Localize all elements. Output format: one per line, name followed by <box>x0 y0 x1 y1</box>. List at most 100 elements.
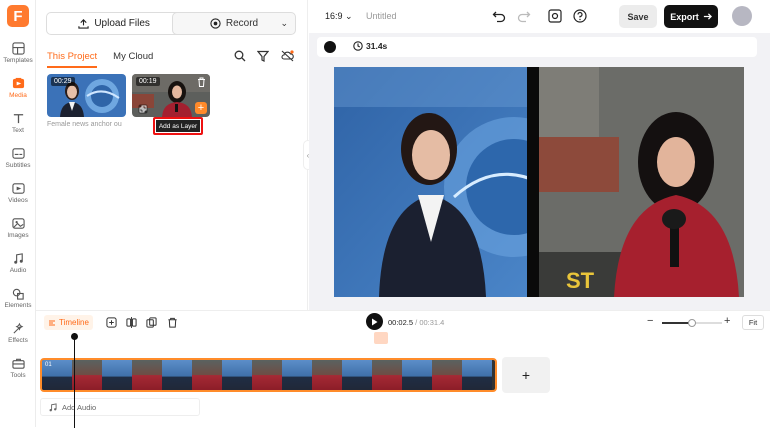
delete-icon[interactable] <box>167 317 178 328</box>
export-label: Export <box>670 11 699 22</box>
time-readout: 00:02.5 / 00:31.4 <box>388 318 444 327</box>
rail-item-effects[interactable]: Effects <box>0 322 36 354</box>
rail-item-media[interactable]: Media <box>0 77 36 109</box>
duration-control[interactable]: 31.4s <box>353 41 387 51</box>
rail-item-audio[interactable]: Audio <box>0 252 36 284</box>
zoom-out-button[interactable]: − <box>647 315 653 327</box>
project-title[interactable]: Untitled <box>366 11 397 21</box>
export-button[interactable]: Export <box>664 5 718 28</box>
duplicate-icon[interactable] <box>146 317 157 328</box>
subtitles-icon <box>11 148 25 159</box>
rail-item-videos[interactable]: Videos <box>0 182 36 214</box>
clip-duration: 00:29 <box>51 77 75 86</box>
track-frame <box>252 360 282 390</box>
help-icon[interactable] <box>573 9 587 23</box>
clip-duration: 00:19 <box>136 77 160 86</box>
rail-item-label: Text <box>12 127 24 134</box>
zoom-slider[interactable] <box>662 319 722 327</box>
fit-button[interactable]: Fit <box>742 315 764 330</box>
media-tabs: This Project My Cloud <box>47 51 153 68</box>
add-to-timeline-plus-icon[interactable]: + <box>195 102 207 114</box>
zoom-in-button[interactable]: + <box>724 315 730 327</box>
redo-icon[interactable] <box>517 9 531 23</box>
preview-frame-image: ST <box>334 67 744 297</box>
tab-this-project[interactable]: This Project <box>47 51 98 68</box>
media-clip-2[interactable]: 00:19 + <box>132 74 210 117</box>
track-frame <box>342 360 372 390</box>
rail-item-label: Audio <box>9 267 27 274</box>
rail-item-templates[interactable]: Templates <box>0 42 36 74</box>
app-logo: F <box>7 5 29 27</box>
text-icon <box>13 114 23 124</box>
rail-item-label: Tools <box>10 372 26 379</box>
aspect-ratio-value: 16:9 <box>325 11 343 21</box>
video-track[interactable]: 01 <box>40 358 497 392</box>
clock-icon <box>353 41 363 51</box>
rail-item-label: Elements <box>4 302 32 309</box>
video-preview[interactable]: ST <box>334 67 744 297</box>
add-audio-button[interactable]: Add Audio <box>40 398 200 416</box>
preview-canvas: 31.4s ST <box>309 33 770 310</box>
track-frame <box>372 360 402 390</box>
play-button[interactable] <box>366 313 383 330</box>
total-time: 00:31.4 <box>419 318 445 327</box>
screenshot-icon[interactable] <box>548 9 562 23</box>
record-icon <box>210 18 221 29</box>
track-frame <box>72 360 102 390</box>
add-audio-label: Add Audio <box>62 402 97 412</box>
clip-caption: Female news anchor ou <box>47 121 122 128</box>
media-panel: Upload Files ⌄ Record ⌄ This Project My … <box>36 0 308 310</box>
rail-item-label: Subtitles <box>5 162 31 169</box>
rail-item-images[interactable]: Images <box>0 217 36 249</box>
effects-icon <box>12 322 23 334</box>
videos-icon <box>11 183 25 194</box>
rail-item-text[interactable]: Text <box>0 112 36 144</box>
track-frame <box>192 360 222 390</box>
rail-item-tools[interactable]: Tools <box>0 357 36 389</box>
add-media-icon[interactable] <box>106 317 117 328</box>
track-frame <box>222 360 252 390</box>
rail-item-label: Templates <box>3 57 33 64</box>
add-layer-icon[interactable] <box>138 104 148 114</box>
timeline-tab[interactable]: Timeline <box>44 315 93 330</box>
upload-files-main[interactable]: Upload Files <box>47 18 181 29</box>
add-as-layer-tooltip: Add as Layer <box>153 117 203 135</box>
cloud-sync-icon[interactable] <box>279 48 295 64</box>
playhead[interactable] <box>71 333 78 428</box>
save-button[interactable]: Save <box>619 5 657 28</box>
rail-item-label: Effects <box>8 337 28 344</box>
upload-files-label: Upload Files <box>94 18 150 29</box>
avatar[interactable] <box>732 6 752 26</box>
undo-icon[interactable] <box>492 9 506 23</box>
zoom-slider-knob[interactable] <box>688 319 696 327</box>
music-note-icon <box>49 402 57 411</box>
timeline-panel: Timeline 00:02.5 / 00:31.4 − + Fit 01 + … <box>36 310 770 428</box>
search-icon[interactable] <box>232 48 248 64</box>
tooltip-text: Add as Layer <box>156 120 200 132</box>
time-separator: / <box>415 318 418 327</box>
track-frame <box>432 360 462 390</box>
timeline-label: Timeline <box>59 318 89 327</box>
audio-icon <box>13 253 23 264</box>
split-icon[interactable] <box>126 317 137 328</box>
delete-icon[interactable] <box>197 77 206 87</box>
track-frame <box>132 360 162 390</box>
record-button[interactable]: Record ⌄ <box>172 12 296 35</box>
arrow-right-icon <box>703 13 712 20</box>
record-dropdown-chevron-icon[interactable]: ⌄ <box>280 18 288 29</box>
rail-item-elements[interactable]: Elements <box>0 287 36 319</box>
add-clip-button[interactable]: + <box>502 357 550 393</box>
aspect-ratio-select[interactable]: 16:9 ⌄ <box>325 11 353 22</box>
filter-icon[interactable] <box>255 48 271 64</box>
rail-item-label: Media <box>9 92 27 99</box>
media-clip-1[interactable]: 00:29 <box>47 74 126 117</box>
playhead-marker[interactable] <box>374 332 388 344</box>
track-frame <box>312 360 342 390</box>
top-bar: 16:9 ⌄ Untitled Save Export <box>309 0 770 33</box>
tab-my-cloud[interactable]: My Cloud <box>113 51 153 68</box>
background-color-swatch[interactable] <box>324 41 336 53</box>
rail-item-subtitles[interactable]: Subtitles <box>0 147 36 179</box>
track-frame <box>162 360 192 390</box>
track-frame <box>462 360 492 390</box>
current-time: 00:02.5 <box>388 318 414 327</box>
